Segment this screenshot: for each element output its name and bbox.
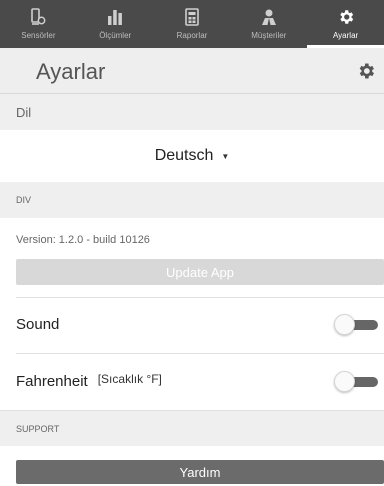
tab-reports[interactable]: Raporlar <box>154 0 231 48</box>
toggle-knob <box>334 371 355 392</box>
toggle-knob <box>334 314 355 335</box>
tab-settings[interactable]: Ayarlar <box>307 0 384 48</box>
report-icon <box>181 6 203 28</box>
language-select[interactable]: Deutsch ▼ <box>0 130 384 182</box>
gear-icon[interactable] <box>356 61 376 81</box>
tab-label: Ölçümler <box>99 31 132 40</box>
section-support: SUPPORT <box>0 410 384 446</box>
fahrenheit-toggle[interactable] <box>332 371 378 392</box>
tab-label: Ayarlar <box>332 31 359 40</box>
fahrenheit-label: Fahrenheit <box>16 373 88 390</box>
tab-sensors[interactable]: Sensörler <box>0 0 77 48</box>
sound-toggle[interactable] <box>332 314 378 335</box>
fahrenheit-row: Fahrenheit [Sıcaklık °F] <box>0 354 384 409</box>
tab-customers[interactable]: Müşteriler <box>230 0 307 48</box>
tab-label: Raporlar <box>176 31 208 40</box>
section-language: Dil <box>0 94 384 130</box>
chevron-down-icon: ▼ <box>221 151 230 161</box>
update-app-button[interactable]: Update App <box>16 259 384 285</box>
section-label: SUPPORT <box>16 423 60 434</box>
section-label: DIV <box>16 195 32 205</box>
fahrenheit-sublabel: [Sıcaklık °F] <box>97 371 162 386</box>
section-label: Dil <box>16 104 32 120</box>
page-title: Ayarlar <box>36 59 106 84</box>
gear-icon <box>335 6 357 28</box>
tab-label: Müşteriler <box>251 31 287 40</box>
tab-measurements[interactable]: Ölçümler <box>77 0 154 48</box>
version-text: Version: 1.2.0 - build 10126 <box>16 234 150 246</box>
section-div: DIV <box>0 182 384 218</box>
sensor-device-icon <box>27 6 49 28</box>
tab-bar: Sensörler Ölçümler Raporlar Müşteriler A… <box>0 0 384 48</box>
sound-label: Sound <box>16 316 60 333</box>
bar-chart-icon <box>104 6 126 28</box>
customers-icon <box>258 6 280 28</box>
sound-row: Sound <box>0 297 384 352</box>
page-header: Ayarlar <box>0 48 384 94</box>
language-value: Deutsch <box>154 147 214 164</box>
help-button[interactable]: Yardım <box>16 460 384 484</box>
tab-label: Sensörler <box>21 31 56 40</box>
